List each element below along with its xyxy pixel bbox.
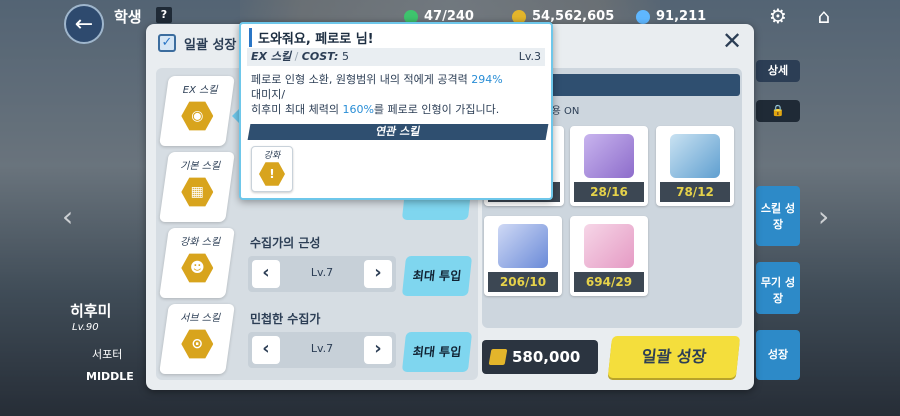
right-menu-weapon-label: 무기 성장 <box>760 276 796 305</box>
panel-title: 일괄 성장 <box>184 38 237 53</box>
bulk-grow-button[interactable]: 일괄 성장 <box>607 336 741 378</box>
right-menu-weapon[interactable]: 무기 성장 <box>756 262 800 314</box>
right-menu-grow-label: 성장 <box>767 348 789 361</box>
skill-row-sub: 서브 스킬 ⊙ 민첩한 수집가 ‹ Lv.7 › 최대 투입 <box>159 304 473 376</box>
material-image <box>498 224 548 268</box>
student-position: MIDDLE <box>86 370 134 383</box>
skill-name: 수집가의 근성 <box>250 236 321 250</box>
material-item[interactable]: 78/12 <box>656 126 734 206</box>
tooltip-cost-label: COST: <box>301 50 339 63</box>
skill-card-sub[interactable]: 서브 스킬 ⊙ <box>159 304 235 374</box>
level-selector: ‹ Lv.7 › <box>248 332 396 368</box>
max-input-button[interactable]: 최대 투입 <box>401 332 473 372</box>
back-button[interactable]: ← <box>64 4 104 44</box>
student-level: Lv.90 <box>72 322 99 333</box>
material-image <box>670 134 720 178</box>
related-skill-card[interactable]: 강화 ! <box>251 146 293 192</box>
page-title: 학생 <box>114 8 142 26</box>
material-item[interactable]: 28/16 <box>570 126 648 206</box>
prev-student-arrow[interactable]: ‹ <box>62 200 73 233</box>
right-menu-skill-label: 스킬 성장 <box>760 202 796 231</box>
lock-icon: 🔒 <box>771 104 785 117</box>
tooltip-description: 페로로 인형 소환, 원형범위 내의 적에게 공격력 294% 대미지/ 히후미… <box>251 72 543 117</box>
right-menu-detail[interactable]: 🔒 <box>756 100 800 122</box>
desc-line-3a: 히후미 최대 체력의 <box>251 103 339 116</box>
gear-icon[interactable]: ⚙ <box>766 4 790 28</box>
pyroxene-value: 91,211 <box>656 9 707 24</box>
max-input-button[interactable]: 최대 투입 <box>401 256 473 296</box>
skill-name: 민첩한 수집가 <box>250 312 321 326</box>
next-student-arrow[interactable]: › <box>818 200 829 233</box>
credit-icon <box>488 349 508 365</box>
student-name: 히후미 <box>70 302 112 320</box>
related-skill-label: 강화 <box>263 151 281 161</box>
material-item[interactable]: 694/29 <box>570 216 648 296</box>
skill-card-label: 강화 스킬 <box>180 237 221 248</box>
close-button[interactable]: ✕ <box>720 29 744 54</box>
tooltip-cost: 5 <box>341 50 349 63</box>
right-menu-skill[interactable]: 스킬 성장 <box>756 186 800 246</box>
home-icon[interactable]: ⌂ <box>812 4 836 28</box>
tooltip-meta: EX 스킬 / COST: 5 Lv.3 <box>247 48 545 66</box>
level-increase-button[interactable]: › <box>364 260 392 288</box>
desc-value-hp: 160% <box>342 103 374 116</box>
credit-cost-value: 580,000 <box>512 348 581 366</box>
enhanced-skill-icon: ☻ <box>181 252 213 284</box>
student-role: 서포터 <box>92 348 123 361</box>
help-icon[interactable]: ? <box>156 7 172 23</box>
material-count: 206/10 <box>488 272 558 292</box>
sub-skill-icon: ⊙ <box>181 328 213 360</box>
warning-icon: ! <box>259 162 285 186</box>
desc-line-3b: 를 페로로 인형이 가집니다. <box>373 103 500 116</box>
tooltip-title: 도와줘요, 페로로 님! <box>249 28 374 47</box>
tooltip-level: Lv.3 <box>518 50 541 63</box>
skill-card-enhanced[interactable]: 강화 스킬 ☻ <box>159 228 235 298</box>
material-count: 28/16 <box>574 182 644 202</box>
credit-cost: 580,000 <box>482 340 598 374</box>
skill-card-ex[interactable]: EX 스킬 ◉ <box>159 76 235 146</box>
tooltip-skill-type: EX 스킬 <box>251 50 292 63</box>
related-skill-header: 연관 스킬 <box>247 124 549 140</box>
level-increase-button[interactable]: › <box>364 336 392 364</box>
pyroxene-icon <box>636 9 650 24</box>
skill-card-label: 서브 스킬 <box>180 313 221 324</box>
material-count: 78/12 <box>660 182 730 202</box>
right-menu-grow[interactable]: 성장 <box>756 330 800 380</box>
skill-card-label: EX 스킬 <box>182 85 218 96</box>
skill-row-enhanced: 강화 스킬 ☻ 수집가의 근성 ‹ Lv.7 › 최대 투입 <box>159 228 473 300</box>
desc-value-attack: 294% <box>471 73 503 86</box>
material-item[interactable]: 206/10 <box>484 216 562 296</box>
checkbox-icon: ✓ <box>158 34 176 52</box>
back-arrow-icon: ← <box>74 11 94 37</box>
auto-use-state: ON <box>563 106 580 117</box>
skill-tooltip: 도와줘요, 페로로 님! EX 스킬 / COST: 5 Lv.3 페로로 인형… <box>239 22 553 200</box>
desc-line-2: 대미지/ <box>251 88 286 101</box>
level-selector: ‹ Lv.7 › <box>248 256 396 292</box>
material-count: 694/29 <box>574 272 644 292</box>
basic-skill-icon: ▦ <box>181 176 213 208</box>
right-menu-top: 상세 <box>756 60 800 82</box>
skill-card-label: 기본 스킬 <box>180 161 221 172</box>
skill-card-basic[interactable]: 기본 스킬 ▦ <box>159 152 235 222</box>
desc-line-1: 페로로 인형 소환, 원형범위 내의 적에게 공격력 <box>251 73 468 86</box>
material-image <box>584 134 634 178</box>
material-image <box>584 224 634 268</box>
right-menu-top-label: 상세 <box>767 64 789 77</box>
ex-skill-icon: ◉ <box>181 100 213 132</box>
